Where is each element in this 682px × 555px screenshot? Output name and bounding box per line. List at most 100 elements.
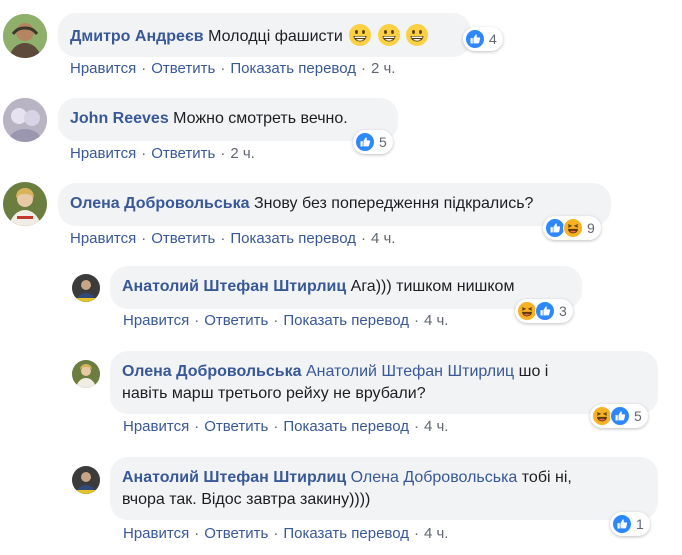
reaction-summary[interactable]: 9 — [543, 216, 601, 240]
comment-author[interactable]: Анатолий Штефан Штирлиц — [122, 469, 346, 486]
comment-bubble: Анатолий Штефан Штирлиц Ага))) тишком ни… — [110, 266, 582, 309]
avatar-photo-icon — [72, 274, 100, 302]
separator: · — [194, 312, 200, 329]
translate-link[interactable]: Показать перевод — [283, 418, 409, 435]
avatar-photo-icon — [72, 466, 100, 494]
comment-text: навіть марш третього рейху не врубали? — [122, 385, 426, 402]
like-link[interactable]: Нравится — [123, 525, 189, 542]
separator: · — [141, 230, 147, 247]
comment-text: тобі ні, — [521, 469, 572, 486]
avatar[interactable] — [72, 274, 100, 302]
like-reaction-icon — [610, 406, 630, 426]
reaction-summary[interactable]: 1 — [610, 512, 650, 536]
reply-link[interactable]: Ответить — [151, 60, 215, 77]
like-link[interactable]: Нравится — [70, 60, 136, 77]
avatar-photo-icon — [72, 360, 100, 388]
reply-link[interactable]: Ответить — [204, 525, 268, 542]
separator: · — [413, 312, 419, 329]
reply-link[interactable]: Ответить — [204, 418, 268, 435]
grinning-emoji-icon — [406, 24, 429, 46]
timestamp[interactable]: 4 ч. — [424, 525, 449, 542]
reaction-count: 5 — [634, 408, 642, 424]
translate-link[interactable]: Показать перевод — [283, 525, 409, 542]
reaction-count: 1 — [636, 516, 644, 532]
separator: · — [273, 525, 279, 542]
avatar[interactable] — [3, 98, 47, 142]
reaction-summary[interactable]: 3 — [515, 299, 573, 323]
avatar[interactable] — [3, 182, 47, 226]
comment-text: Молодці фашисти — [208, 28, 343, 45]
like-link[interactable]: Нравится — [123, 418, 189, 435]
comment-author[interactable]: Олена Добровольська — [70, 195, 250, 212]
reaction-summary[interactable]: 5 — [590, 404, 648, 428]
comment-bubble: Дмитро Андреєв Молодці фашисти — [58, 13, 471, 57]
comment-bubble: John Reeves Можно смотреть вечно. — [58, 98, 398, 141]
like-reaction-icon — [535, 301, 555, 321]
separator: · — [141, 60, 147, 77]
timestamp[interactable]: 4 ч. — [424, 418, 449, 435]
haha-reaction-icon — [517, 301, 537, 321]
comment-text: вчора так. Відос завтра закину)))) — [122, 491, 371, 508]
timestamp[interactable]: 4 ч. — [424, 312, 449, 329]
separator: · — [360, 60, 366, 77]
avatar-photo-icon — [3, 14, 47, 58]
comment-bubble: Олена Добровольська Анатолий Штефан Штир… — [110, 351, 658, 414]
translate-link[interactable]: Показать перевод — [230, 230, 356, 247]
translate-link[interactable]: Показать перевод — [230, 60, 356, 77]
reply-link[interactable]: Ответить — [151, 145, 215, 162]
avatar-photo-icon — [3, 98, 47, 142]
like-reaction-icon — [465, 29, 485, 49]
comment-text: Знову без попередження підкрались? — [253, 195, 534, 212]
comment-actions: Нравится · Ответить · Показать перевод · 4 ч. — [123, 525, 448, 542]
reaction-count: 5 — [379, 134, 387, 150]
timestamp[interactable]: 2 ч. — [230, 145, 255, 162]
like-link[interactable]: Нравится — [70, 230, 136, 247]
comment-text: Ага))) тишком нишком — [350, 278, 515, 295]
timestamp[interactable]: 2 ч. — [371, 60, 396, 77]
comment-author[interactable]: Олена Добровольська — [122, 363, 302, 380]
haha-reaction-icon — [592, 406, 612, 426]
like-link[interactable]: Нравится — [123, 312, 189, 329]
like-reaction-icon — [612, 514, 632, 534]
separator: · — [194, 418, 200, 435]
separator: · — [220, 145, 226, 162]
avatar[interactable] — [72, 360, 100, 388]
haha-reaction-icon — [563, 218, 583, 238]
separator: · — [273, 418, 279, 435]
separator: · — [220, 230, 226, 247]
reaction-summary[interactable]: 4 — [463, 27, 503, 51]
comment-actions: Нравится · Ответить · Показать перевод · 4 ч. — [123, 418, 448, 435]
comment-text: Можно смотреть вечно. — [173, 110, 348, 127]
reaction-count: 4 — [489, 31, 497, 47]
grinning-emoji-icon — [377, 24, 400, 46]
separator: · — [360, 230, 366, 247]
comment-author[interactable]: John Reeves — [70, 110, 169, 127]
translate-link[interactable]: Показать перевод — [283, 312, 409, 329]
comment-author[interactable]: Дмитро Андреєв — [70, 28, 204, 45]
comment-bubble: Олена Добровольська Знову без попереджен… — [58, 183, 611, 226]
timestamp[interactable]: 4 ч. — [371, 230, 396, 247]
like-link[interactable]: Нравится — [70, 145, 136, 162]
separator: · — [413, 525, 419, 542]
grinning-emoji-icon — [349, 24, 372, 46]
separator: · — [141, 145, 147, 162]
reaction-count: 3 — [559, 303, 567, 319]
reaction-count: 9 — [587, 220, 595, 236]
separator: · — [194, 525, 200, 542]
avatar[interactable] — [3, 14, 47, 58]
reaction-summary[interactable]: 5 — [353, 130, 393, 154]
comment-author[interactable]: Анатолий Штефан Штирлиц — [122, 278, 346, 295]
mention-link[interactable]: Олена Добровольська — [351, 469, 518, 486]
mention-link[interactable]: Анатолий Штефан Штирлиц — [306, 363, 514, 380]
comment-actions: Нравится · Ответить · Показать перевод · 2 ч. — [70, 60, 395, 77]
separator: · — [273, 312, 279, 329]
comment-actions: Нравится · Ответить · 2 ч. — [70, 145, 255, 162]
like-reaction-icon — [545, 218, 565, 238]
comment-actions: Нравится · Ответить · Показать перевод · 4 ч. — [123, 312, 448, 329]
reply-link[interactable]: Ответить — [151, 230, 215, 247]
reply-link[interactable]: Ответить — [204, 312, 268, 329]
comment-bubble: Анатолий Штефан Штирлиц Олена Добровольс… — [110, 457, 658, 520]
separator: · — [220, 60, 226, 77]
comment-text: шо і — [518, 363, 549, 380]
avatar[interactable] — [72, 466, 100, 494]
